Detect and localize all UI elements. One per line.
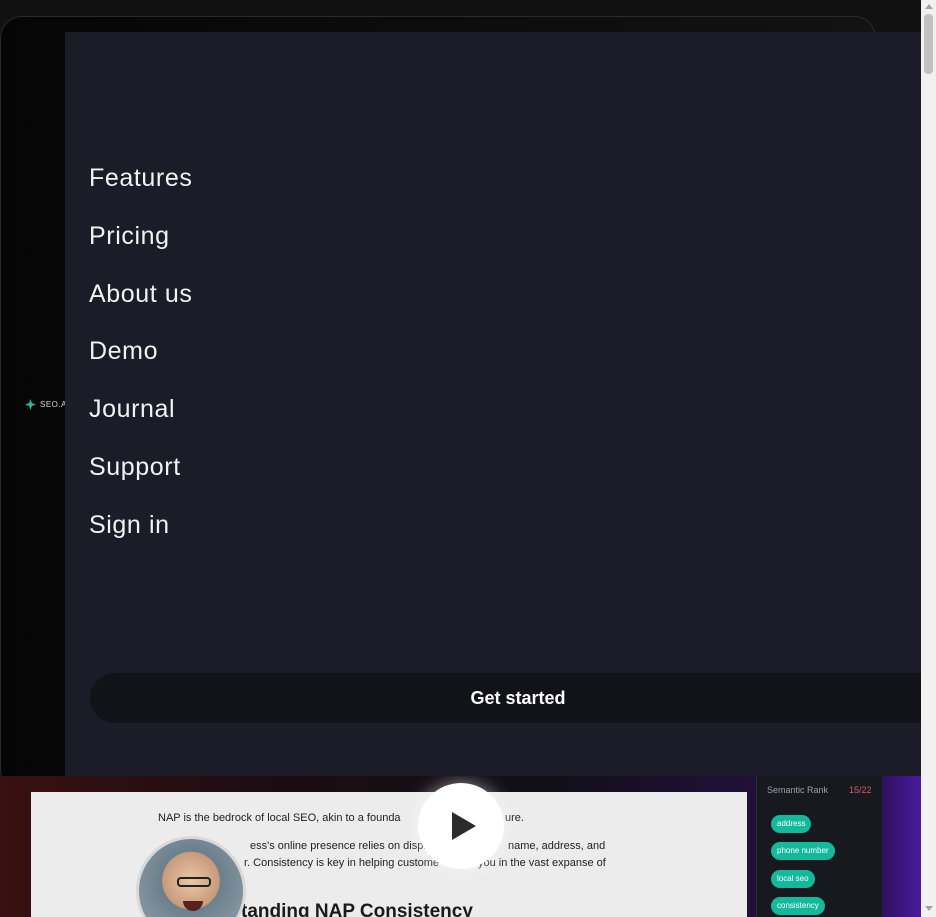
- video-play-button[interactable]: [418, 783, 504, 869]
- doc-line: ure.: [505, 812, 524, 824]
- menu-item-about-us[interactable]: About us: [89, 280, 192, 309]
- doc-line: NAP is the bedrock of local SEO, akin to…: [158, 812, 401, 824]
- doc-line: name, address, and: [508, 840, 606, 852]
- menu-item-sign-in[interactable]: Sign in: [89, 511, 170, 540]
- scroll-down-icon[interactable]: [925, 906, 933, 911]
- menu-item-pricing[interactable]: Pricing: [89, 222, 170, 251]
- menu-item-demo[interactable]: Demo: [89, 337, 158, 366]
- semantic-panel-heading: Semantic Rank: [767, 785, 829, 795]
- doc-line: r. Consistency is key in helping custome: [244, 857, 440, 869]
- get-started-button[interactable]: Get started: [90, 673, 936, 723]
- glasses-shape: [177, 877, 211, 887]
- scroll-thumb[interactable]: [924, 14, 933, 74]
- keyword-tag: phone number: [771, 842, 835, 860]
- doc-heading: tanding NAP Consistency: [241, 901, 473, 917]
- doc-line: ess's online presence relies on displayi…: [250, 840, 444, 852]
- keyword-tag: address: [771, 815, 812, 833]
- semantic-panel-number: 15/22: [849, 785, 872, 795]
- mobile-menu-panel: Features Pricing About us Demo Journal S…: [65, 32, 936, 776]
- keyword-tag: local seo: [771, 870, 815, 888]
- logo-icon: [25, 399, 36, 410]
- menu-item-features[interactable]: Features: [89, 164, 192, 193]
- doc-line: you in the vast expanse of: [478, 857, 606, 869]
- menu-item-journal[interactable]: Journal: [89, 395, 175, 424]
- keyword-tag: consistency: [771, 897, 825, 915]
- play-icon: [452, 812, 476, 840]
- menu-item-support[interactable]: Support: [89, 453, 181, 482]
- scroll-up-icon[interactable]: [925, 4, 933, 9]
- site-logo[interactable]: SEO.AI: [25, 399, 70, 410]
- semantic-panel: Semantic Rank 15/22 address phone number…: [756, 776, 882, 917]
- mouth-shape: [183, 901, 203, 911]
- scrollbar[interactable]: [921, 0, 936, 917]
